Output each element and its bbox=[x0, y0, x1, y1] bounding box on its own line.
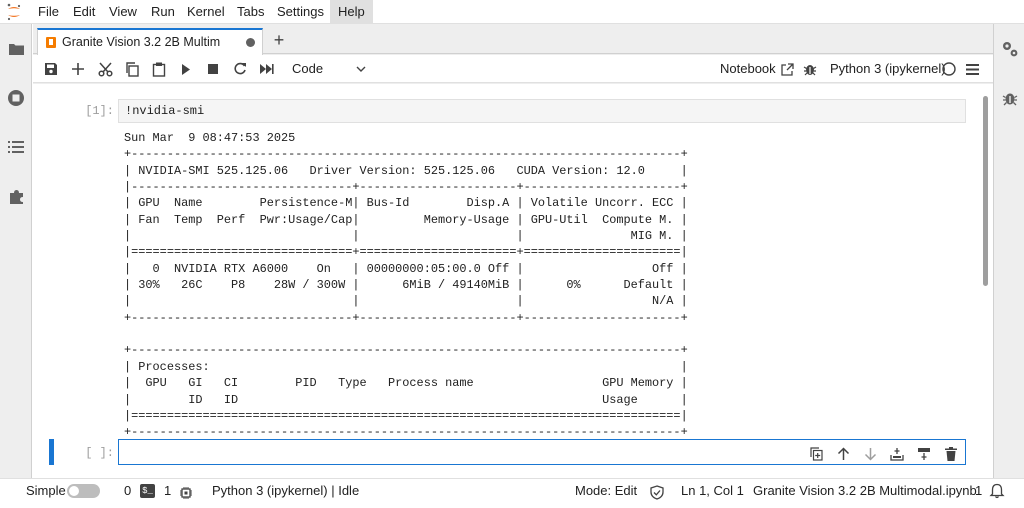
menu-kernel[interactable]: Kernel bbox=[181, 0, 231, 24]
property-inspector-icon[interactable] bbox=[1000, 39, 1020, 59]
kernels-count[interactable]: 1 bbox=[164, 479, 171, 503]
paste-icon[interactable] bbox=[149, 59, 169, 79]
unsaved-dot-icon[interactable] bbox=[246, 38, 255, 47]
menu-view[interactable]: View bbox=[103, 0, 143, 24]
cell-prompt: [ ]: bbox=[85, 446, 114, 460]
menu-icon[interactable] bbox=[962, 59, 982, 79]
toggle-knob bbox=[69, 486, 79, 496]
move-up-icon[interactable] bbox=[835, 446, 851, 462]
status-bar: Simple 0 $_ 1 Python 3 (ipykernel) | Idl… bbox=[0, 478, 1024, 502]
fast-forward-icon[interactable] bbox=[257, 59, 277, 79]
folder-icon[interactable] bbox=[6, 39, 26, 59]
menu-file[interactable]: File bbox=[32, 0, 65, 24]
kernel-idle-icon bbox=[939, 59, 959, 79]
code-cell-input[interactable] bbox=[118, 439, 966, 465]
jupyter-logo-icon bbox=[7, 3, 21, 21]
shield-icon[interactable] bbox=[650, 484, 664, 500]
menu-tabs[interactable]: Tabs bbox=[231, 0, 270, 24]
cell-code: !nvidia-smi bbox=[125, 104, 205, 118]
kernel-chip-icon[interactable] bbox=[179, 484, 193, 499]
notebook-scrollbar[interactable] bbox=[983, 88, 989, 474]
right-sidebar bbox=[993, 24, 1024, 478]
cell-type-value: Code bbox=[292, 61, 324, 76]
run-icon[interactable] bbox=[176, 59, 196, 79]
notification-count[interactable]: 1 bbox=[975, 479, 982, 503]
insert-above-icon[interactable] bbox=[889, 446, 905, 462]
bell-icon[interactable] bbox=[989, 483, 1005, 499]
copy-icon[interactable] bbox=[122, 59, 142, 79]
menu-edit[interactable]: Edit bbox=[67, 0, 101, 24]
file-name[interactable]: Granite Vision 3.2 2B Multimodal.ipynb bbox=[753, 479, 977, 503]
insert-below-icon[interactable] bbox=[916, 446, 932, 462]
menu-settings[interactable]: Settings bbox=[271, 0, 330, 24]
simple-mode-toggle[interactable] bbox=[67, 484, 100, 498]
cell-output: Sun Mar 9 08:47:53 2025 +---------------… bbox=[124, 131, 688, 440]
toc-icon[interactable] bbox=[6, 137, 26, 157]
cursor-position[interactable]: Ln 1, Col 1 bbox=[681, 479, 744, 503]
debugger-icon[interactable] bbox=[1000, 88, 1020, 108]
bug-icon[interactable] bbox=[800, 59, 820, 79]
menu-bar: File Edit View Run Kernel Tabs Settings … bbox=[0, 0, 1024, 24]
tab-title: Granite Vision 3.2 2B Multim bbox=[62, 35, 221, 49]
extension-icon[interactable] bbox=[6, 186, 26, 206]
cut-icon[interactable] bbox=[95, 59, 115, 79]
main-area: Granite Vision 3.2 2B Multim + Code Note… bbox=[33, 24, 993, 478]
edit-mode: Mode: Edit bbox=[575, 483, 638, 498]
running-icon[interactable] bbox=[6, 88, 26, 108]
duplicate-icon[interactable] bbox=[808, 446, 824, 462]
cell-type-select[interactable]: Code bbox=[286, 59, 370, 79]
stop-icon[interactable] bbox=[203, 59, 223, 79]
active-cell-indicator bbox=[49, 439, 54, 465]
external-link-icon[interactable] bbox=[777, 59, 797, 79]
left-sidebar bbox=[0, 24, 32, 478]
kernel-name[interactable]: Python 3 (ipykernel) bbox=[830, 59, 946, 79]
chevron-down-icon bbox=[356, 59, 366, 85]
terminal-icon[interactable]: $_ bbox=[140, 484, 155, 498]
add-cell-icon[interactable] bbox=[68, 59, 88, 79]
move-down-icon[interactable] bbox=[862, 446, 878, 462]
new-tab-button[interactable]: + bbox=[269, 30, 289, 52]
terminals-count[interactable]: 0 bbox=[124, 479, 131, 503]
notebook-icon bbox=[46, 37, 56, 48]
restart-icon[interactable] bbox=[230, 59, 250, 79]
tab-bar: Granite Vision 3.2 2B Multim + bbox=[33, 24, 993, 55]
notebook-panel: [1]: !nvidia-smi Sun Mar 9 08:47:53 2025… bbox=[33, 84, 993, 478]
code-cell-input[interactable]: !nvidia-smi bbox=[118, 99, 966, 123]
save-icon[interactable] bbox=[41, 59, 61, 79]
kernel-status[interactable]: Python 3 (ipykernel) | Idle bbox=[212, 479, 359, 503]
cell-prompt: [1]: bbox=[85, 104, 114, 118]
menu-help[interactable]: Help bbox=[330, 0, 373, 24]
menu-run[interactable]: Run bbox=[145, 0, 181, 24]
notebook-tab[interactable]: Granite Vision 3.2 2B Multim bbox=[37, 28, 263, 55]
notebook-toolbar: Code Notebook Python 3 (ipykernel) bbox=[33, 55, 993, 83]
simple-mode-label: Simple bbox=[26, 483, 66, 498]
notebook-label[interactable]: Notebook bbox=[720, 59, 776, 79]
delete-icon[interactable] bbox=[943, 446, 959, 462]
scroll-thumb[interactable] bbox=[983, 96, 988, 286]
